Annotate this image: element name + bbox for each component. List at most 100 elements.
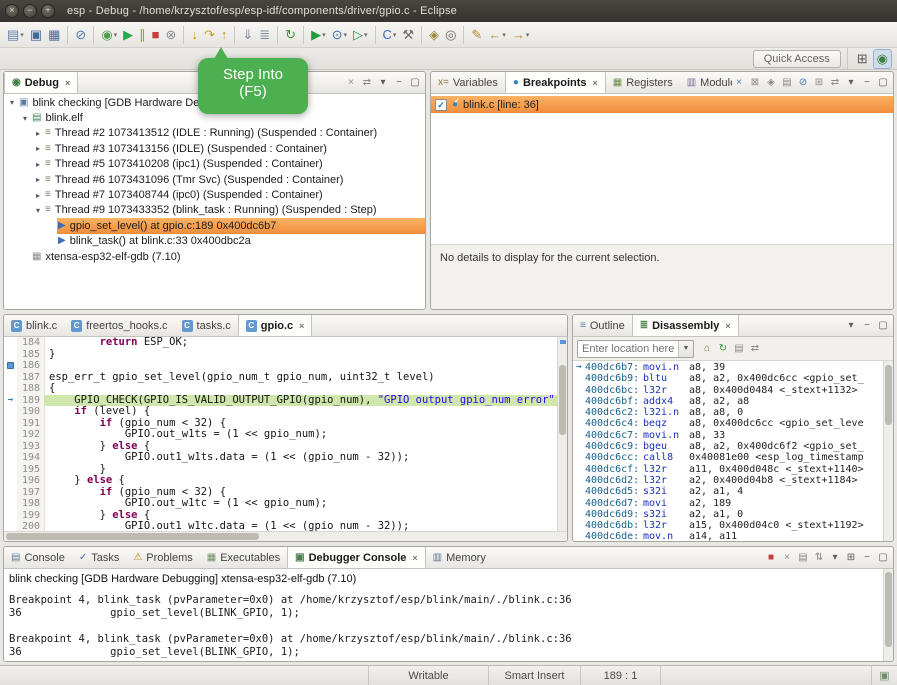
- skip-all-button[interactable]: ⊘: [796, 75, 810, 91]
- refresh-button[interactable]: ↻: [716, 341, 730, 357]
- skip-all-breakpoints-button[interactable]: ⊘: [72, 25, 89, 45]
- line-number[interactable]: 197: [17, 487, 44, 499]
- new-button[interactable]: ▤▾: [4, 25, 27, 45]
- tab-modules[interactable]: ▥Modules: [680, 72, 732, 93]
- editor-line[interactable]: 199 } else {: [4, 510, 557, 522]
- expand-all-button[interactable]: ⊞: [812, 75, 826, 91]
- editor-line[interactable]: 184 return ESP_OK;: [4, 337, 557, 349]
- editor-line[interactable]: 191 if (gpio_num < 32) {: [4, 418, 557, 430]
- editor-line[interactable]: 190 if (level) {: [4, 406, 557, 418]
- debug-tree-row[interactable]: ▶blink_task() at blink.c:33 0x400dbc2a: [4, 234, 425, 249]
- step-into-button[interactable]: ↓: [188, 25, 201, 45]
- tab-freertos-hooks-c[interactable]: Cfreertos_hooks.c: [64, 315, 174, 336]
- scrollbar-thumb[interactable]: [6, 533, 259, 540]
- editor-vertical-scrollbar[interactable]: [557, 337, 567, 531]
- line-number[interactable]: 186: [17, 360, 44, 372]
- editor-line[interactable]: 185}: [4, 349, 557, 361]
- window-maximize-button[interactable]: +: [41, 4, 55, 18]
- debug-tree-row[interactable]: ▸≡Thread #2 1073413512 (IDLE : Running) …: [4, 126, 425, 141]
- line-number[interactable]: 184: [17, 337, 44, 349]
- run-button[interactable]: ▶▾: [308, 25, 329, 45]
- minimize-button[interactable]: −: [860, 75, 874, 91]
- disassembly-line[interactable]: 400dc6cf:l32ra11, 0x400d048c <_stext+114…: [573, 464, 883, 475]
- editor-line[interactable]: 186: [4, 360, 557, 372]
- tab-tasks-c[interactable]: Ctasks.c: [175, 315, 238, 336]
- disassembly-line[interactable]: 400dc6d2:l32ra2, 0x400d04b8 <_stext+1184…: [573, 475, 883, 486]
- line-number[interactable]: 192: [17, 429, 44, 441]
- editor-line[interactable]: 193 } else {: [4, 441, 557, 453]
- expander-icon[interactable]: ▸: [32, 175, 44, 184]
- back-button[interactable]: ←▾: [485, 25, 509, 45]
- disassembly-line[interactable]: 400dc6d9:s32ia2, a1, 0: [573, 509, 883, 520]
- external-tools-button[interactable]: ▷▾: [350, 25, 371, 45]
- disassembly-line[interactable]: 400dc6c2:l32i.na8, a8, 0: [573, 407, 883, 418]
- maximize-button[interactable]: ▢: [876, 75, 890, 91]
- editor-line[interactable]: →189 GPIO_CHECK(GPIO_IS_VALID_OUTPUT_GPI…: [4, 395, 557, 407]
- disassembly-line[interactable]: 400dc6d5:s32ia2, a1, 4: [573, 486, 883, 497]
- terminate-button[interactable]: ■: [149, 25, 163, 45]
- minimize-button[interactable]: −: [392, 75, 406, 91]
- tab-breakpoints[interactable]: ●Breakpoints×: [505, 72, 606, 93]
- remove-all-terminated-button[interactable]: ×: [344, 75, 358, 91]
- last-edit-location-button[interactable]: ✎: [468, 25, 485, 45]
- expander-icon[interactable]: ▸: [32, 144, 44, 153]
- view-menu-button[interactable]: ▾: [844, 75, 858, 91]
- quick-access-button[interactable]: Quick Access: [753, 50, 841, 68]
- close-tab-icon[interactable]: ×: [725, 321, 730, 331]
- disassembly-line[interactable]: →400dc6b7:movi.na8, 39: [573, 362, 883, 373]
- remove-all-breakpoints-button[interactable]: ⊠: [748, 75, 762, 91]
- disassembly-line[interactable]: 400dc6bc:l32ra8, 0x400d0484 <_stext+1132…: [573, 385, 883, 396]
- disassembly-line[interactable]: 400dc6bf:addx4a8, a2, a8: [573, 396, 883, 407]
- remove-launch-button[interactable]: ×: [780, 550, 794, 566]
- disassembly-line[interactable]: 400dc6c4:beqza8, 0x400dc6cc <gpio_set_le…: [573, 418, 883, 429]
- show-source-button[interactable]: ▤: [732, 341, 746, 357]
- editor-line[interactable]: 200 GPIO.out1_w1tc.data = (1 << (gpio_nu…: [4, 521, 557, 531]
- line-number[interactable]: 193: [17, 441, 44, 453]
- window-close-button[interactable]: ×: [5, 4, 19, 18]
- build-button[interactable]: ⚒: [399, 25, 417, 45]
- editor-line[interactable]: 187esp_err_t gpio_set_level(gpio_num_t g…: [4, 372, 557, 384]
- location-input[interactable]: [578, 341, 678, 357]
- resume-button[interactable]: ▶: [120, 25, 136, 45]
- editor-horizontal-scrollbar[interactable]: [4, 531, 567, 541]
- new-c-file-button[interactable]: C▾: [380, 25, 400, 45]
- debug-tree-row[interactable]: ▸≡Thread #3 1073413156 (IDLE) (Suspended…: [4, 141, 425, 156]
- expander-icon[interactable]: ▸: [32, 129, 44, 138]
- tab-memory[interactable]: ▥Memory: [426, 547, 493, 568]
- editor-code-area[interactable]: 184 return ESP_OK;185}186187esp_err_t gp…: [4, 337, 557, 531]
- maximize-button[interactable]: ▢: [408, 75, 422, 91]
- line-number[interactable]: 198: [17, 498, 44, 510]
- tab-gpio-c[interactable]: Cgpio.c×: [238, 315, 313, 336]
- console-vertical-scrollbar[interactable]: [883, 569, 893, 661]
- debug-button[interactable]: ◉▾: [98, 25, 120, 45]
- line-number[interactable]: 199: [17, 510, 44, 522]
- minimize-button[interactable]: −: [860, 318, 874, 334]
- minimize-button[interactable]: −: [860, 550, 874, 566]
- debug-tree-row[interactable]: ▸≡Thread #7 1073408744 (ipc0) (Suspended…: [4, 187, 425, 202]
- tab-outline[interactable]: ≡Outline: [573, 315, 632, 336]
- link-with-debug-button[interactable]: ⇄: [828, 75, 842, 91]
- view-menu-button[interactable]: ▾: [844, 318, 858, 334]
- tab-debug[interactable]: ◉Debug×: [4, 72, 78, 93]
- forward-button[interactable]: →▾: [509, 25, 533, 45]
- debug-tree-row[interactable]: ▸≡Thread #6 1073431096 (Tmr Svc) (Suspen…: [4, 172, 425, 187]
- location-dropdown-icon[interactable]: ▼: [678, 341, 693, 357]
- line-number[interactable]: 188: [17, 383, 44, 395]
- editor-line[interactable]: 195 }: [4, 464, 557, 476]
- disassembly-line[interactable]: 400dc6c9:bgeua8, a2, 0x400dc6f2 <gpio_se…: [573, 441, 883, 452]
- collapse-all-button[interactable]: ⇄: [360, 75, 374, 91]
- line-number[interactable]: 189: [17, 395, 44, 407]
- drop-to-frame-button[interactable]: ⇓: [239, 25, 256, 45]
- save-all-button[interactable]: ▦: [45, 25, 63, 45]
- tab-registers[interactable]: ▦Registers: [606, 72, 680, 93]
- disassembly-vertical-scrollbar[interactable]: [883, 361, 893, 541]
- suspend-button[interactable]: ∥: [136, 25, 149, 45]
- close-tab-icon[interactable]: ×: [65, 78, 70, 88]
- tab-executables[interactable]: ▦Executables: [200, 547, 287, 568]
- terminate-console-button[interactable]: ■: [764, 550, 778, 566]
- expander-icon[interactable]: ▾: [6, 98, 18, 107]
- expander-icon[interactable]: ▸: [32, 191, 44, 200]
- tab-variables[interactable]: x=Variables: [431, 72, 505, 93]
- disassembly-line[interactable]: 400dc6c7:movi.na8, 33: [573, 430, 883, 441]
- step-return-button[interactable]: ↑: [218, 25, 231, 45]
